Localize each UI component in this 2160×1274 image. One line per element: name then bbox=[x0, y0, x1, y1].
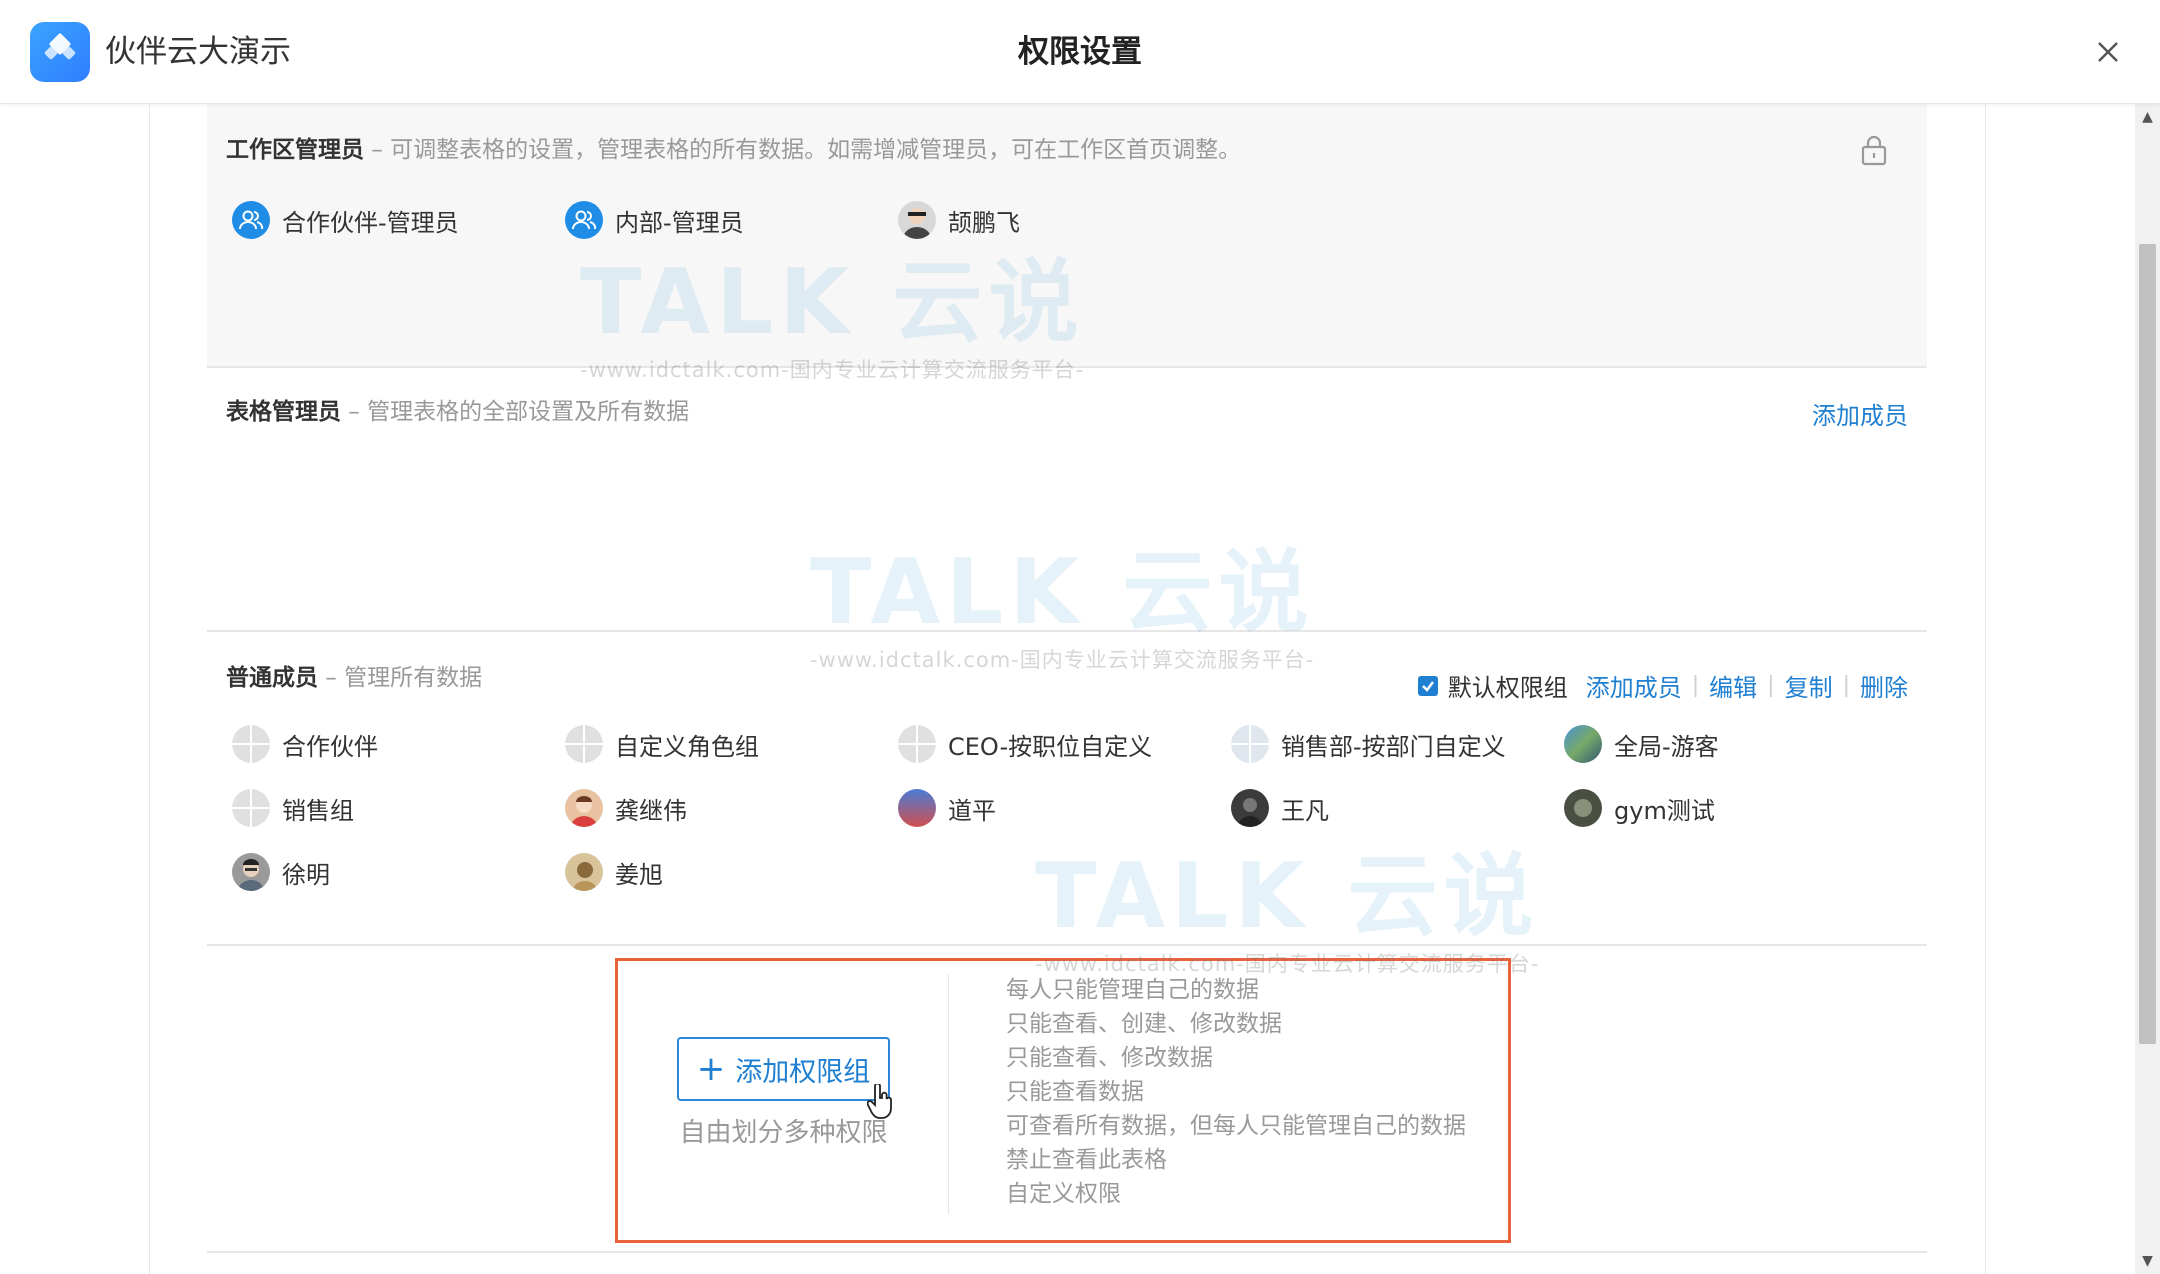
default-group-checkbox[interactable] bbox=[1417, 675, 1438, 696]
member-item[interactable]: 王凡 bbox=[1231, 789, 1329, 827]
role-group-icon bbox=[898, 725, 936, 763]
user-avatar-icon bbox=[232, 853, 270, 891]
member-name: 自定义角色组 bbox=[615, 732, 759, 761]
member-name: 销售组 bbox=[282, 796, 354, 825]
member-item[interactable]: 合作伙伴 bbox=[232, 725, 378, 763]
permission-option: 每人只能管理自己的数据 bbox=[1006, 977, 1259, 1003]
delete-link[interactable]: 删除 bbox=[1860, 668, 1908, 703]
member-name: 姜旭 bbox=[615, 860, 663, 889]
role-group-icon bbox=[232, 789, 270, 827]
permission-option: 可查看所有数据，但每人只能管理自己的数据 bbox=[1006, 1113, 1466, 1139]
permission-options-list: 每人只能管理自己的数据 只能查看、创建、修改数据 只能查看、修改数据 只能查看数… bbox=[1006, 973, 1466, 1211]
table-admin-desc: – 管理表格的全部设置及所有数据 bbox=[341, 399, 690, 425]
member-item[interactable]: gym测试 bbox=[1564, 789, 1715, 827]
permission-option: 只能查看数据 bbox=[1006, 1079, 1144, 1105]
vertical-scrollbar[interactable]: ▲ ▼ bbox=[2135, 104, 2160, 1274]
close-button[interactable] bbox=[2090, 34, 2126, 70]
guest-group-icon bbox=[1564, 725, 1602, 763]
member-name: 王凡 bbox=[1281, 796, 1329, 825]
check-icon bbox=[1421, 680, 1434, 692]
permission-content: 工作区管理员 – 可调整表格的设置，管理表格的所有数据。如需增减管理员，可在工作… bbox=[207, 104, 1927, 1253]
member-item[interactable]: CEO-按职位自定义 bbox=[898, 725, 1152, 763]
member-name: 颉鹏飞 bbox=[948, 208, 1020, 237]
member-item[interactable]: 销售组 bbox=[232, 789, 354, 827]
member-item[interactable]: 销售部-按部门自定义 bbox=[1231, 725, 1506, 763]
member-item[interactable]: 内部-管理员 bbox=[565, 201, 744, 239]
member-name: 销售部-按部门自定义 bbox=[1281, 732, 1506, 761]
workspace-admin-heading: 工作区管理员 – 可调整表格的设置，管理表格的所有数据。如需增减管理员，可在工作… bbox=[226, 134, 1241, 166]
workspace-admin-section: 工作区管理员 – 可调整表格的设置，管理表格的所有数据。如需增减管理员，可在工作… bbox=[207, 104, 1927, 368]
add-group-caption: 自由划分多种权限 bbox=[679, 1118, 888, 1148]
separator: | bbox=[1767, 673, 1775, 698]
user-avatar-icon bbox=[565, 789, 603, 827]
vertical-divider bbox=[948, 974, 949, 1214]
member-name: 道平 bbox=[948, 796, 996, 825]
member-item[interactable]: 自定义角色组 bbox=[565, 725, 759, 763]
member-name: 徐明 bbox=[282, 860, 330, 889]
workspace-admin-title: 工作区管理员 bbox=[226, 137, 364, 163]
user-avatar-icon bbox=[1231, 789, 1269, 827]
lock-icon bbox=[1861, 135, 1887, 166]
right-margin bbox=[1985, 104, 2136, 1274]
page-title: 权限设置 bbox=[1018, 34, 1142, 70]
add-permission-group-button[interactable]: + 添加权限组 bbox=[677, 1037, 890, 1101]
add-group-section: + 添加权限组 自由划分多种权限 每人只能管理自己的数据 只能查看、创建、修改数… bbox=[207, 946, 1927, 1253]
scroll-thumb[interactable] bbox=[2139, 244, 2156, 1044]
member-item[interactable]: 全局-游客 bbox=[1564, 725, 1719, 763]
regular-member-section: 普通成员 – 管理所有数据 默认权限组 添加成员 | 编辑 | 复制 | 删除 … bbox=[207, 632, 1927, 946]
permission-option: 禁止查看此表格 bbox=[1006, 1147, 1167, 1173]
member-name: CEO-按职位自定义 bbox=[948, 732, 1153, 761]
regular-member-heading: 普通成员 – 管理所有数据 bbox=[226, 662, 482, 694]
default-group-label: 默认权限组 bbox=[1447, 674, 1568, 702]
regular-member-actions: 默认权限组 添加成员 | 编辑 | 复制 | 删除 bbox=[1417, 668, 1908, 703]
edit-link[interactable]: 编辑 bbox=[1709, 668, 1757, 703]
user-avatar-icon bbox=[898, 789, 936, 827]
table-admin-title: 表格管理员 bbox=[226, 399, 341, 425]
scroll-up-arrow-icon[interactable]: ▲ bbox=[2135, 104, 2160, 130]
separator: | bbox=[1842, 673, 1850, 698]
member-name: 全局-游客 bbox=[1614, 732, 1719, 761]
role-group-icon bbox=[232, 725, 270, 763]
member-name: 合作伙伴 bbox=[282, 732, 378, 761]
table-admin-heading: 表格管理员 – 管理表格的全部设置及所有数据 bbox=[226, 396, 689, 428]
user-avatar-icon bbox=[565, 853, 603, 891]
role-group-icon bbox=[565, 725, 603, 763]
member-name: 龚继伟 bbox=[615, 796, 687, 825]
table-admin-add-member-link[interactable]: 添加成员 bbox=[1812, 396, 1908, 431]
member-name: 内部-管理员 bbox=[615, 208, 744, 237]
permission-option: 自定义权限 bbox=[1006, 1181, 1121, 1207]
copy-link[interactable]: 复制 bbox=[1785, 668, 1833, 703]
header-bar: 伙伴云大演示 权限设置 bbox=[0, 0, 2160, 104]
plus-icon: + bbox=[696, 1049, 726, 1089]
member-item[interactable]: 徐明 bbox=[232, 853, 330, 891]
group-icon bbox=[232, 201, 270, 239]
regular-member-desc: – 管理所有数据 bbox=[318, 665, 483, 691]
member-item[interactable]: 颉鹏飞 bbox=[898, 201, 1020, 239]
table-admin-section: 表格管理员 – 管理表格的全部设置及所有数据 添加成员 bbox=[207, 368, 1927, 632]
member-name: gym测试 bbox=[1614, 796, 1715, 825]
department-group-icon bbox=[1231, 725, 1269, 763]
left-margin bbox=[0, 104, 150, 1274]
regular-member-title: 普通成员 bbox=[226, 665, 318, 691]
member-item[interactable]: 龚继伟 bbox=[565, 789, 687, 827]
member-item[interactable]: 合作伙伴-管理员 bbox=[232, 201, 459, 239]
user-avatar-icon bbox=[898, 201, 936, 239]
user-avatar-icon bbox=[1564, 789, 1602, 827]
scroll-down-arrow-icon[interactable]: ▼ bbox=[2135, 1248, 2160, 1274]
separator: | bbox=[1691, 673, 1700, 698]
close-icon bbox=[2098, 42, 2118, 62]
workspace-admin-desc: – 可调整表格的设置，管理表格的所有数据。如需增减管理员，可在工作区首页调整。 bbox=[364, 137, 1242, 163]
member-name: 合作伙伴-管理员 bbox=[282, 208, 459, 237]
member-item[interactable]: 道平 bbox=[898, 789, 996, 827]
add-permission-group-label: 添加权限组 bbox=[735, 1056, 871, 1088]
group-icon bbox=[565, 201, 603, 239]
permission-option: 只能查看、创建、修改数据 bbox=[1006, 1011, 1282, 1037]
add-member-link[interactable]: 添加成员 bbox=[1586, 668, 1682, 703]
permission-option: 只能查看、修改数据 bbox=[1006, 1045, 1213, 1071]
member-item[interactable]: 姜旭 bbox=[565, 853, 663, 891]
